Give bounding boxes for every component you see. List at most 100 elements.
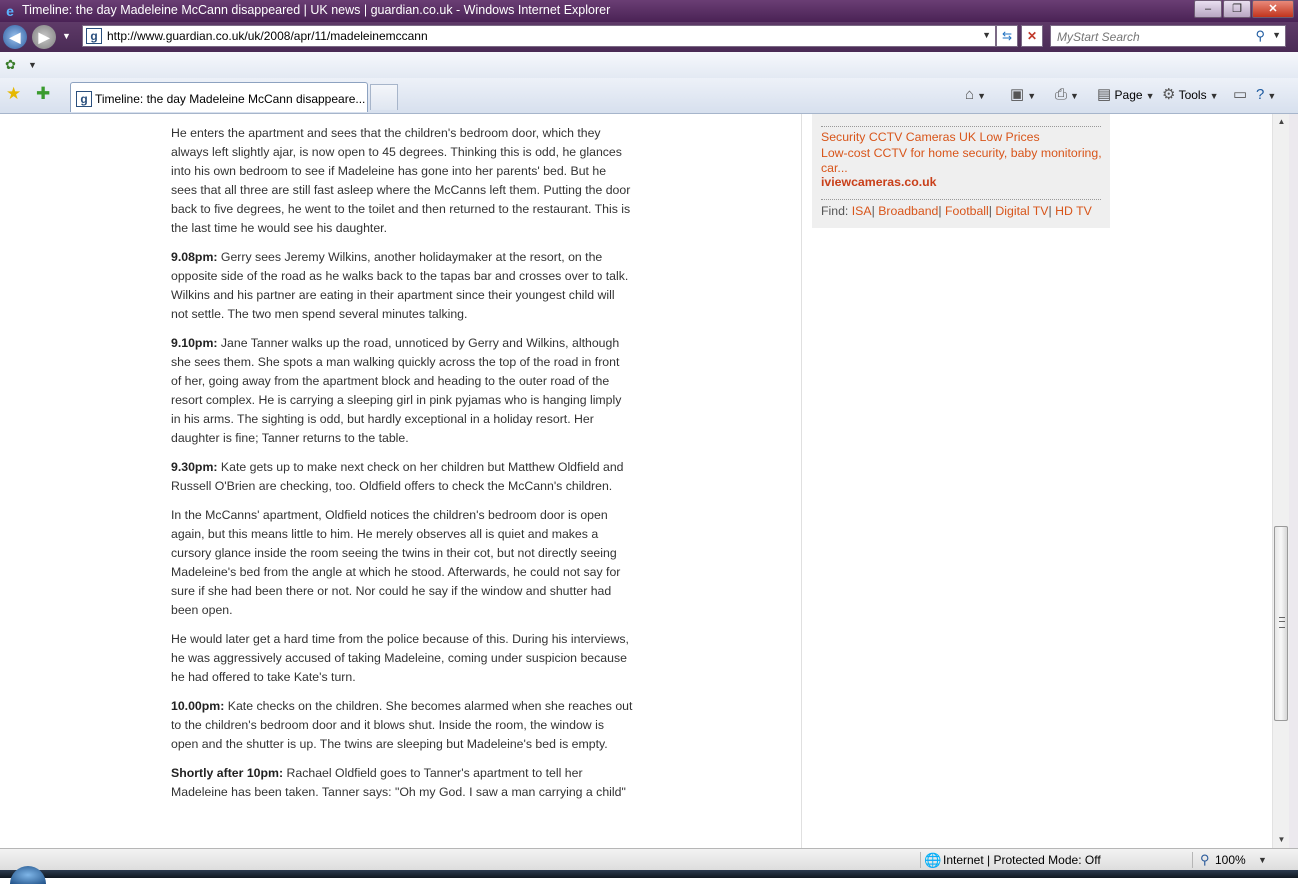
timestamp: 10.00pm: (171, 699, 225, 713)
find-link-digital-tv[interactable]: Digital TV (995, 204, 1048, 218)
favorites-star-icon[interactable]: ★ (6, 84, 21, 104)
tools-dropdown-icon: ▼ (1209, 91, 1219, 101)
page-menu-label: Page (1114, 88, 1143, 102)
print-icon: ⎙ (1055, 86, 1068, 103)
paragraph-text: Kate checks on the children. She becomes… (171, 699, 633, 751)
tab-title: Timeline: the day Madeleine McCann disap… (95, 92, 366, 106)
search-options-dropdown-icon[interactable]: ▼ (1272, 30, 1281, 40)
ad-description[interactable]: Low-cost CCTV for home security, baby mo… (821, 146, 1106, 176)
scrollbar-thumb[interactable] (1274, 526, 1288, 721)
guardian-tab-favicon-icon: g (76, 91, 92, 107)
search-icon[interactable]: ⚲ (1255, 28, 1265, 44)
address-field[interactable]: g http://www.guardian.co.uk/uk/2008/apr/… (82, 25, 996, 47)
ie-logo-icon: e (6, 3, 14, 19)
timestamp: 9.30pm: (171, 460, 218, 474)
back-button[interactable]: ◀ (3, 25, 27, 49)
zoom-level[interactable]: 100% (1215, 853, 1246, 867)
addon-toolbar: ✿ ▼ (0, 52, 1298, 79)
page-dropdown-icon: ▼ (1145, 91, 1155, 101)
article-paragraph: 9.08pm: Gerry sees Jeremy Wilkins, anoth… (171, 248, 633, 324)
refresh-icon[interactable]: ⇆ (996, 25, 1018, 47)
ad-domain-link[interactable]: iviewcameras.co.uk (821, 175, 937, 189)
dotted-divider (821, 126, 1101, 127)
timestamp: 9.10pm: (171, 336, 218, 350)
address-toolbar: ◀ ▶ ▼ g http://www.guardian.co.uk/uk/200… (0, 22, 1298, 52)
column-divider (801, 114, 802, 848)
maximize-button[interactable]: ❐ (1223, 0, 1251, 18)
feeds-button[interactable]: ▣ ▼ (1010, 84, 1036, 106)
zoom-dropdown-icon[interactable]: ▼ (1258, 855, 1267, 865)
feeds-dropdown-icon[interactable]: ▼ (1027, 91, 1036, 101)
windows-taskbar (0, 870, 1298, 878)
article-paragraph: Shortly after 10pm: Rachael Oldfield goe… (171, 764, 633, 802)
status-separator (1192, 852, 1193, 868)
paragraph-text: Kate gets up to make next check on her c… (171, 460, 624, 493)
ad-title-link[interactable]: Security CCTV Cameras UK Low Prices (821, 130, 1040, 144)
addon-icon[interactable]: ✿ (5, 57, 16, 73)
rss-feed-icon: ▣ (1010, 86, 1025, 103)
status-bar: 🌐 Internet | Protected Mode: Off ⚲ 100% … (0, 848, 1298, 871)
print-button[interactable]: ⎙ ▼ (1055, 84, 1079, 106)
find-label: Find: (821, 204, 852, 218)
vertical-scrollbar[interactable]: ▲ ▼ (1272, 114, 1290, 848)
stop-icon[interactable]: ✕ (1021, 25, 1043, 47)
title-bar: e Timeline: the day Madeleine McCann dis… (0, 0, 1298, 22)
window-frame-right (1289, 114, 1298, 848)
scroll-grip-icon (1279, 617, 1285, 628)
security-zone-text[interactable]: Internet | Protected Mode: Off (943, 853, 1101, 867)
tab-current[interactable]: g Timeline: the day Madeleine McCann dis… (70, 82, 368, 112)
gear-icon: ⚙ (1162, 86, 1176, 103)
guardian-favicon-icon: g (86, 28, 102, 44)
paragraph-text: He would later get a hard time from the … (171, 632, 629, 684)
minimize-button[interactable]: – (1194, 0, 1222, 18)
paragraph-text: Jane Tanner walks up the road, unnoticed… (171, 336, 622, 445)
scroll-down-icon[interactable]: ▼ (1273, 832, 1290, 848)
timestamp: 9.08pm: (171, 250, 218, 264)
window-title: Timeline: the day Madeleine McCann disap… (22, 3, 611, 17)
address-dropdown-icon[interactable]: ▼ (982, 30, 991, 40)
article-paragraph: He would later get a hard time from the … (171, 630, 633, 687)
dotted-divider (821, 199, 1101, 200)
print-dropdown-icon[interactable]: ▼ (1070, 91, 1079, 101)
help-icon: ? (1256, 86, 1265, 103)
window-controls: – ❐ ✕ (1193, 0, 1294, 18)
find-link-football[interactable]: Football (945, 204, 989, 218)
page-icon: ▤ (1097, 86, 1112, 103)
find-links: Find: ISA| Broadband| Football| Digital … (821, 204, 1092, 218)
page-menu[interactable]: ▤ Page ▼ (1097, 84, 1154, 106)
find-link-hd-tv[interactable]: HD TV (1055, 204, 1092, 218)
timestamp: Shortly after 10pm: (171, 766, 284, 780)
research-icon: ▭ (1233, 86, 1248, 103)
zoom-icon[interactable]: ⚲ (1200, 852, 1210, 868)
article-paragraph: 10.00pm: Kate checks on the children. Sh… (171, 697, 633, 754)
search-input[interactable] (1055, 28, 1249, 46)
paragraph-text: Gerry sees Jeremy Wilkins, another holid… (171, 250, 629, 321)
forward-button[interactable]: ▶ (32, 25, 56, 49)
search-box[interactable]: ⚲ ▼ (1050, 25, 1286, 47)
home-icon: ⌂ (965, 86, 975, 103)
help-dropdown-icon[interactable]: ▼ (1267, 91, 1276, 101)
article-paragraph: 9.10pm: Jane Tanner walks up the road, u… (171, 334, 633, 448)
article-paragraph: In the McCanns' apartment, Oldfield noti… (171, 506, 633, 620)
find-link-isa[interactable]: ISA (852, 204, 872, 218)
help-button[interactable]: ? ▼ (1256, 84, 1276, 106)
status-separator (920, 852, 921, 868)
tools-menu[interactable]: ⚙ Tools ▼ (1162, 84, 1219, 106)
close-button[interactable]: ✕ (1252, 0, 1294, 18)
add-favorites-icon[interactable]: ✚ (36, 84, 50, 104)
scroll-up-icon[interactable]: ▲ (1273, 114, 1290, 130)
article-body: He enters the apartment and sees that th… (171, 124, 633, 812)
article-paragraph: He enters the apartment and sees that th… (171, 124, 633, 238)
research-button[interactable]: ▭ (1233, 84, 1247, 106)
internet-zone-globe-icon: 🌐 (924, 852, 942, 868)
history-dropdown-icon[interactable]: ▼ (62, 31, 72, 41)
new-tab-button[interactable] (370, 84, 398, 110)
addon-dropdown-icon[interactable]: ▼ (28, 60, 37, 70)
article-paragraph: 9.30pm: Kate gets up to make next check … (171, 458, 633, 496)
paragraph-text: In the McCanns' apartment, Oldfield noti… (171, 508, 621, 617)
tab-bar: ★ ✚ g Timeline: the day Madeleine McCann… (0, 78, 1298, 114)
find-link-broadband[interactable]: Broadband (878, 204, 938, 218)
url-text[interactable]: http://www.guardian.co.uk/uk/2008/apr/11… (107, 29, 428, 43)
home-button[interactable]: ⌂ ▼ (965, 84, 986, 106)
home-dropdown-icon[interactable]: ▼ (977, 91, 986, 101)
